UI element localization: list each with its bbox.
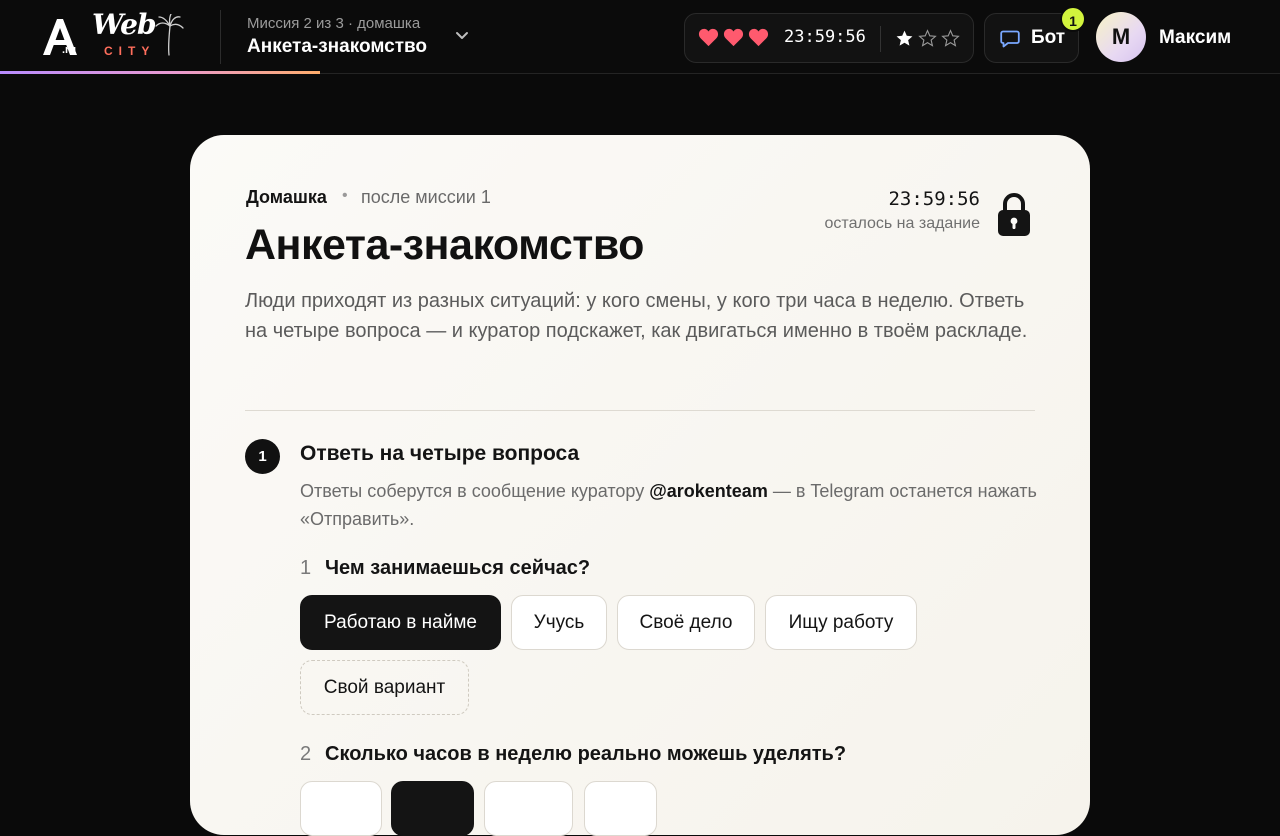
page-title: Анкета-знакомство [245,221,644,269]
curator-handle: @arokenteam [649,481,768,501]
mission-progress-bar [0,71,320,74]
option-chip[interactable]: Учусь [511,595,607,650]
task-timer-caption: осталось на задание [824,215,980,232]
question-text: Чем занимаешься сейчас? [325,557,591,579]
mission-meta: Миссия 2 из 3 · домашка [247,15,421,32]
breadcrumb-separator: • [342,187,348,204]
question-text: Сколько часов в неделю реально можешь уд… [325,743,847,765]
option-chip[interactable]: Своё дело [617,595,755,650]
heart-icon [723,28,744,47]
status-separator [880,26,881,52]
option-chip[interactable]: Работаю в найме [300,595,501,650]
logo-tagline: CITY [104,44,156,58]
breadcrumb-context: после миссии 1 [361,187,491,207]
option-chip[interactable] [484,781,573,836]
bot-label: Бот [1031,27,1066,48]
logo-domain: .ru [62,44,77,56]
header-divider [220,10,221,64]
heart-icon [748,28,769,47]
chat-bubble-icon [1000,30,1020,48]
notification-badge: 1 [1060,6,1086,32]
star-empty-icon [941,29,960,47]
task-description: Люди приходят из разных ситуаций: у кого… [245,290,1028,342]
option-chip[interactable] [391,781,474,836]
step-title: Ответь на четыре вопроса [300,442,580,465]
step-description-text: Ответы соберутся в сообщение куратору [300,481,650,501]
star-empty-icon [918,29,937,47]
step-number: 1 [245,439,280,474]
avatar[interactable]: M [1096,12,1146,62]
question-number: 1 [300,557,312,579]
header-timer: 23:59:56 [784,27,866,47]
option-chip[interactable] [584,781,657,836]
logo-wordmark: Web [92,8,157,41]
user-name[interactable]: Максим [1159,27,1231,49]
custom-option-chip[interactable]: Свой вариант [300,660,469,715]
mission-title: Анкета-знакомство [247,36,428,57]
step-description: Ответы соберутся в сообщение куратору @a… [300,477,1050,533]
lock-icon [998,193,1030,236]
breadcrumb-section: Домашка [246,187,327,207]
homework-card: Домашка • после миссии 1 23:59:56 остало… [190,135,1090,836]
divider [245,410,1035,411]
option-chip[interactable] [300,781,382,836]
star-filled-icon [896,30,913,46]
top-bar: .ru Web CITY Миссия 2 из 3 · домашка Анк… [0,0,1280,74]
task-timer: 23:59:56 [888,188,980,210]
question-number: 2 [300,743,312,765]
status-panel: 23:59:56 [684,13,974,63]
heart-icon [698,28,719,47]
palm-tree-icon [155,14,184,56]
chevron-down-icon[interactable] [454,28,470,44]
option-chip[interactable]: Ищу работу [765,595,917,650]
